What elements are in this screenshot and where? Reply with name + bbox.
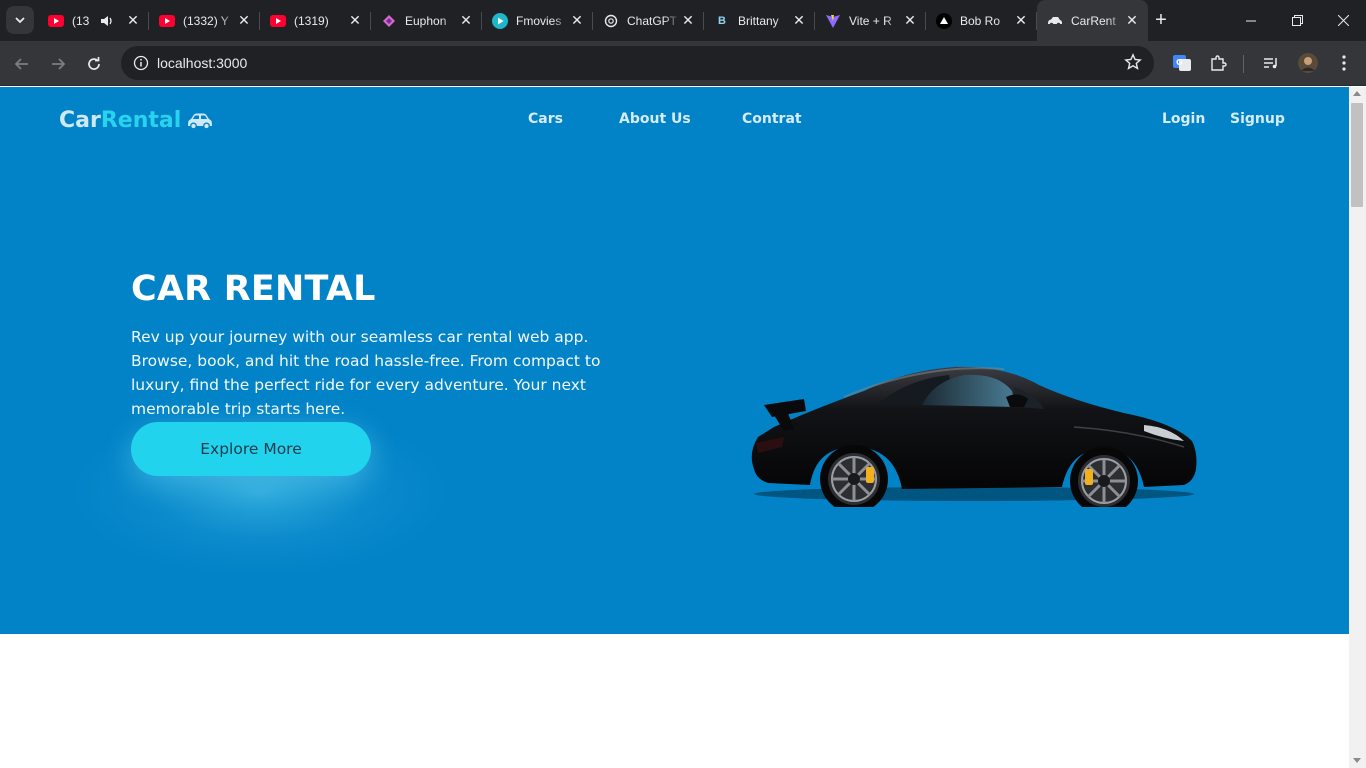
nav-link-about-us[interactable]: About Us — [619, 111, 691, 127]
tab[interactable]: Bob Ro ✕ — [926, 0, 1037, 41]
tab-strip: (13 ✕ (1332) Y ✕ (1319) ✕ Euphon ✕ Fmovi… — [38, 0, 1148, 41]
browser-tab-bar: (13 ✕ (1332) Y ✕ (1319) ✕ Euphon ✕ Fmovi… — [0, 0, 1366, 41]
chevron-down-icon — [15, 17, 25, 24]
tab[interactable]: B Brittany ✕ — [704, 0, 815, 41]
close-tab-icon[interactable]: ✕ — [236, 12, 252, 29]
back-button[interactable] — [8, 50, 36, 78]
tab-title: (13 — [72, 13, 90, 28]
arrow-left-icon — [14, 58, 28, 70]
site-logo[interactable]: Car Rental — [59, 108, 213, 133]
close-tab-icon[interactable]: ✕ — [1124, 12, 1140, 29]
close-tab-icon[interactable]: ✕ — [347, 12, 363, 29]
new-tab-button[interactable]: + — [1150, 9, 1172, 31]
restore-icon — [1291, 15, 1303, 26]
sports-car-image — [751, 366, 1197, 507]
url-text: localhost:3000 — [157, 55, 248, 71]
tab-title: Vite + R — [849, 13, 892, 28]
page-viewport: Car Rental Cars About Us Contrat Login S… — [0, 87, 1349, 768]
tab-active[interactable]: CarRent ✕ — [1037, 0, 1148, 41]
tab[interactable]: Vite + R ✕ — [815, 0, 926, 41]
reload-icon — [88, 57, 100, 70]
menu-kebab-icon[interactable] — [1333, 52, 1355, 74]
car-icon — [187, 112, 213, 130]
letter-b-icon: B — [718, 14, 726, 27]
youtube-icon — [48, 13, 64, 29]
tab-title: ChatGPT — [627, 13, 678, 28]
site-info-icon[interactable] — [129, 51, 153, 75]
scroll-down-arrow-icon[interactable] — [1353, 758, 1361, 763]
arrow-right-icon — [52, 58, 66, 70]
login-link[interactable]: Login — [1162, 111, 1205, 127]
tab-title: Brittany — [738, 13, 779, 28]
close-tab-icon[interactable]: ✕ — [1013, 12, 1029, 29]
close-tab-icon[interactable]: ✕ — [125, 12, 141, 29]
hero-title: CAR RENTAL — [131, 269, 376, 309]
tab[interactable]: ChatGPT ✕ — [593, 0, 704, 41]
close-icon — [1337, 15, 1349, 26]
explore-more-button[interactable]: Explore More — [131, 422, 371, 476]
svg-text:G: G — [1176, 58, 1183, 67]
browser-toolbar: localhost:3000 G — [0, 41, 1366, 86]
youtube-icon — [270, 13, 286, 29]
bookmark-star-icon[interactable] — [1124, 53, 1142, 76]
nav-link-contract[interactable]: Contrat — [742, 111, 802, 127]
address-bar[interactable]: localhost:3000 — [121, 46, 1154, 80]
minimize-button[interactable] — [1228, 0, 1274, 41]
close-tab-icon[interactable]: ✕ — [569, 12, 585, 29]
toolbar-divider — [1243, 55, 1244, 73]
tab[interactable]: Fmovies ✕ — [482, 0, 593, 41]
tab[interactable]: (1319) ✕ — [260, 0, 371, 41]
euphoria-icon — [381, 13, 397, 29]
minimize-icon — [1246, 20, 1256, 21]
close-window-button[interactable] — [1320, 0, 1366, 41]
close-tab-icon[interactable]: ✕ — [680, 12, 696, 29]
hero-section: Car Rental Cars About Us Contrat Login S… — [0, 87, 1349, 634]
chatgpt-icon — [603, 13, 619, 29]
close-tab-icon[interactable]: ✕ — [791, 12, 807, 29]
logo-text-rental: Rental — [100, 108, 182, 133]
extensions-puzzle-icon[interactable] — [1207, 52, 1229, 74]
tab-title: Bob Ro — [960, 13, 1001, 28]
forward-button[interactable] — [44, 50, 72, 78]
tab-title: CarRent — [1071, 13, 1116, 28]
scroll-up-arrow-icon[interactable] — [1353, 91, 1361, 96]
vite-icon — [825, 13, 841, 29]
nav-link-cars[interactable]: Cars — [528, 111, 563, 127]
reload-button[interactable] — [80, 50, 108, 78]
tab[interactable]: (13 ✕ — [38, 0, 149, 41]
signup-link[interactable]: Signup — [1230, 111, 1285, 127]
triangle-icon — [936, 12, 952, 29]
tab[interactable]: (1332) Y ✕ — [149, 0, 260, 41]
fmovies-icon — [492, 12, 508, 29]
google-translate-icon[interactable]: G — [1171, 52, 1193, 74]
tab-title: Euphon — [405, 13, 447, 28]
car-icon — [1047, 13, 1063, 29]
close-tab-icon[interactable]: ✕ — [458, 12, 474, 29]
close-tab-icon[interactable]: ✕ — [902, 12, 918, 29]
logo-text-car: Car — [59, 108, 101, 133]
speaker-icon[interactable] — [100, 15, 114, 27]
hero-description: Rev up your journey with our seamless ca… — [131, 328, 601, 418]
profile-avatar[interactable] — [1297, 52, 1319, 74]
tab-title: Fmovies — [516, 13, 562, 28]
tab[interactable]: Euphon ✕ — [371, 0, 482, 41]
rear-wheel — [820, 445, 888, 507]
tab-search-button[interactable] — [6, 6, 34, 34]
page-scrollbar[interactable] — [1349, 87, 1366, 768]
youtube-icon — [159, 13, 175, 29]
scrollbar-thumb[interactable] — [1351, 103, 1363, 207]
media-control-icon[interactable] — [1260, 52, 1282, 74]
restore-button[interactable] — [1274, 0, 1320, 41]
tab-title: (1319) — [294, 13, 329, 28]
tab-title: (1332) Y — [183, 13, 229, 28]
